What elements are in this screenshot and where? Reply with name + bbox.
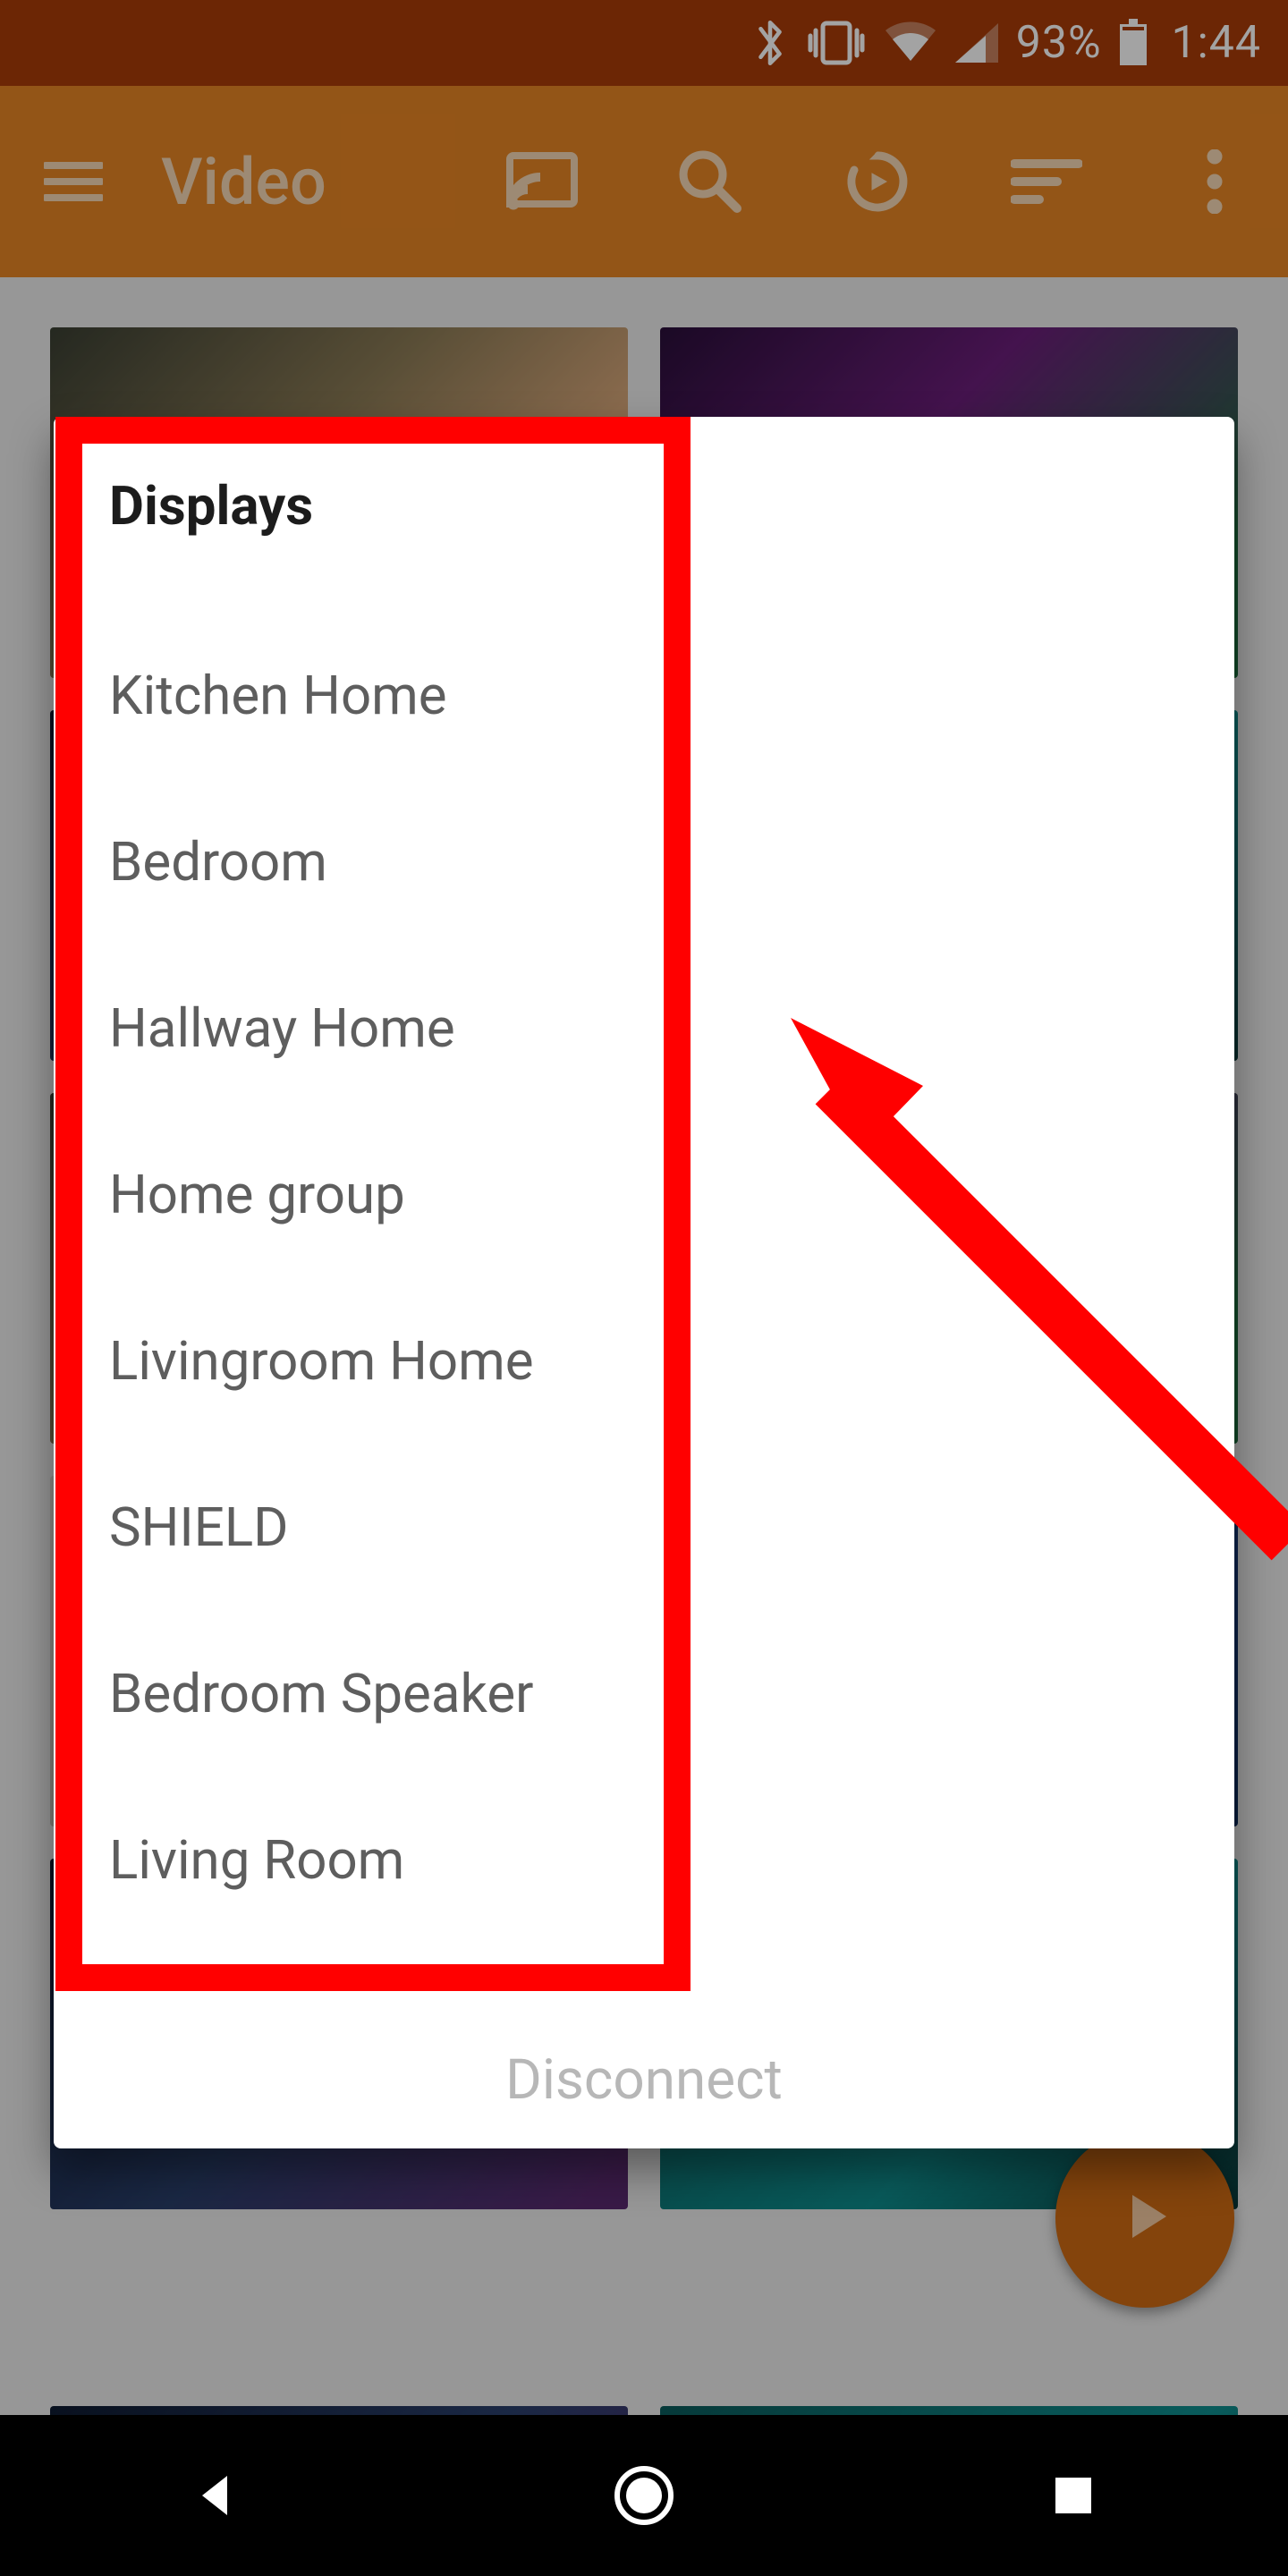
dialog-title: Displays [109,474,313,538]
display-item-kitchen-home[interactable]: Kitchen Home [109,631,1179,798]
display-item-hallway-home[interactable]: Hallway Home [109,964,1179,1131]
displays-list: Kitchen Home Bedroom Hallway Home Home g… [109,631,1179,1962]
system-nav-bar [0,2415,1288,2576]
display-item-bedroom-speaker[interactable]: Bedroom Speaker [109,1630,1179,1796]
nav-home-icon[interactable] [601,2453,687,2538]
nav-back-icon[interactable] [172,2453,258,2538]
display-item-livingroom-home[interactable]: Livingroom Home [109,1297,1179,1463]
cast-displays-dialog: Displays Kitchen Home Bedroom Hallway Ho… [54,417,1234,2148]
display-item-shield[interactable]: SHIELD [109,1463,1179,1630]
display-item-living-room[interactable]: Living Room [109,1796,1179,1962]
nav-recents-icon[interactable] [1030,2453,1116,2538]
display-item-bedroom[interactable]: Bedroom [109,798,1179,964]
display-item-home-group[interactable]: Home group [109,1131,1179,1297]
screen-root: 93% 1:44 Video [0,0,1288,2576]
disconnect-button[interactable]: Disconnect [54,2047,1234,2113]
